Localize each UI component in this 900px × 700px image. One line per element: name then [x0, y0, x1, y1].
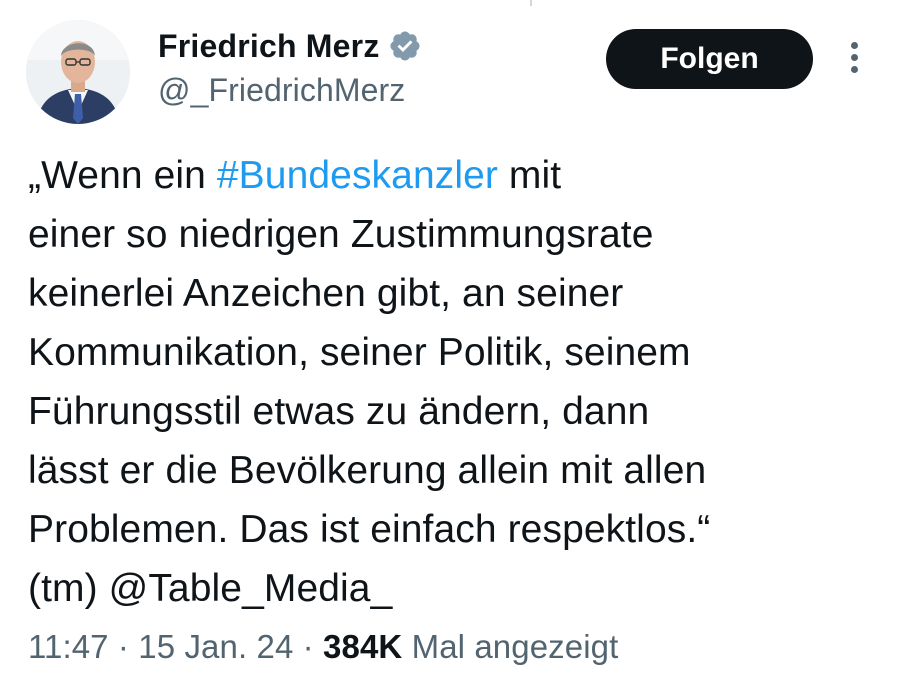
verified-badge-icon[interactable] [388, 29, 422, 63]
tweet-time[interactable]: 11:47 [28, 628, 109, 665]
tweet-line-7: Problemen. Das ist einfach respektlos.“ [28, 508, 711, 551]
views-count[interactable]: 384K [323, 628, 402, 665]
tweet-line-4: Kommunikation, seiner Politik, seinem [28, 331, 691, 374]
meta-separator: · [108, 628, 139, 665]
tweet-text-segment: (tm) [28, 567, 109, 610]
author-block: Friedrich Merz @_FriedrichMerz [158, 26, 422, 109]
tweet-line-2: einer so niedrigen Zustimmungsrate [28, 213, 654, 256]
more-options-icon[interactable] [844, 42, 864, 78]
tweet-date[interactable]: 15 Jan. 24 [138, 628, 293, 665]
tweet-text-segment: „Wenn ein [28, 154, 217, 197]
meta-separator: · [293, 628, 324, 665]
author-handle[interactable]: @_FriedrichMerz [158, 72, 422, 109]
tweet-meta: 11:47 · 15 Jan. 24 · 384K Mal angezeigt [28, 628, 618, 666]
avatar[interactable] [26, 20, 130, 124]
tweet-line-3: keinerlei Anzeichen gibt, an seiner [28, 272, 624, 315]
tweet-text-segment: mit [497, 154, 562, 197]
mention-link[interactable]: @Table_Media_ [109, 567, 393, 610]
tweet-line-6: lässt er die Bevölkerung allein mit alle… [28, 449, 707, 492]
views-label: Mal angezeigt [402, 628, 619, 665]
follow-button[interactable]: Folgen [606, 29, 813, 89]
top-divider [530, 0, 532, 6]
avatar-photo [26, 20, 130, 124]
tweet-line-8: (tm) @Table_Media_ [28, 559, 878, 618]
tweet-line-1: „Wenn ein #Bundeskanzler mit [28, 146, 878, 205]
tweet-line-5: Führungsstil etwas zu ändern, dann [28, 390, 650, 433]
author-display-name[interactable]: Friedrich Merz [158, 28, 380, 65]
tweet-text: „Wenn ein #Bundeskanzler mit einer so ni… [28, 146, 878, 618]
hashtag-link[interactable]: #Bundeskanzler [217, 154, 498, 197]
author-name-row: Friedrich Merz [158, 26, 422, 66]
